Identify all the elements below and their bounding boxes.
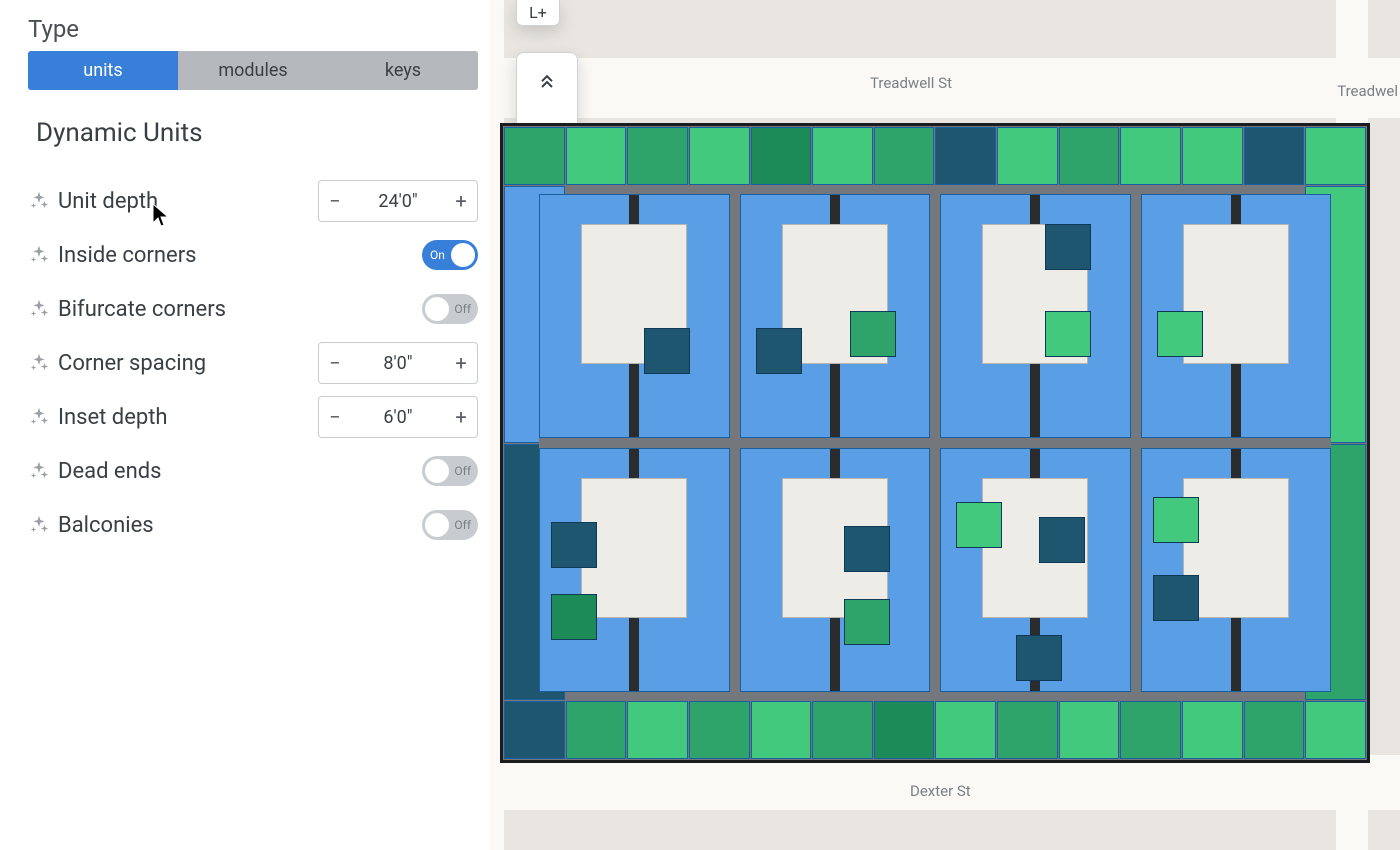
street-label-top: Treadwell St <box>870 74 952 92</box>
type-tabs: units modules keys <box>28 51 478 90</box>
stepper-unit-depth[interactable]: − 24'0" + <box>318 180 478 222</box>
layer-button-label: L+ <box>529 3 547 22</box>
sparkle-icon <box>28 190 50 212</box>
layer-button[interactable]: L+ <box>516 0 560 26</box>
building-grid <box>539 194 1331 692</box>
street-label-top-right: Treadwel <box>1337 82 1398 100</box>
stepper-value: 6'0" <box>351 407 445 428</box>
toggle-knob <box>425 297 449 321</box>
site-plan[interactable] <box>500 123 1370 763</box>
label-dead-ends: Dead ends <box>58 459 162 484</box>
building[interactable] <box>539 194 730 438</box>
row-corner-spacing: Corner spacing − 8'0" + <box>28 336 478 390</box>
row-inset-depth: Inset depth − 6'0" + <box>28 390 478 444</box>
toggle-balconies[interactable]: Off <box>422 510 478 540</box>
building[interactable] <box>1141 448 1332 692</box>
stepper-inset-depth[interactable]: − 6'0" + <box>318 396 478 438</box>
row-bifurcate-corners: Bifurcate corners Off <box>28 282 478 336</box>
sparkle-icon <box>28 352 50 374</box>
toggle-knob <box>425 513 449 537</box>
building[interactable] <box>1141 194 1332 438</box>
toggle-knob <box>425 459 449 483</box>
section-title: Dynamic Units <box>36 118 478 148</box>
map-canvas[interactable]: Treadwell St Treadwel Dexter St Fairy Al… <box>490 0 1400 850</box>
settings-sidebar: Type units modules keys Dynamic Units Un… <box>0 0 490 850</box>
toggle-dead-ends[interactable]: Off <box>422 456 478 486</box>
stepper-plus[interactable]: + <box>445 343 477 383</box>
tab-units[interactable]: units <box>28 51 178 90</box>
toggle-knob <box>451 243 475 267</box>
toggle-inside-corners[interactable]: On <box>422 240 478 270</box>
stepper-minus[interactable]: − <box>319 343 351 383</box>
stepper-plus[interactable]: + <box>445 397 477 437</box>
stepper-corner-spacing[interactable]: − 8'0" + <box>318 342 478 384</box>
row-inside-corners: Inside corners On <box>28 228 478 282</box>
stepper-minus[interactable]: − <box>319 397 351 437</box>
sparkle-icon <box>28 406 50 428</box>
sparkle-icon <box>28 244 50 266</box>
row-balconies: Balconies Off <box>28 498 478 552</box>
sparkle-icon <box>28 514 50 536</box>
label-balconies: Balconies <box>58 513 154 538</box>
row-unit-depth: Unit depth − 24'0" + <box>28 174 478 228</box>
label-bifurcate-corners: Bifurcate corners <box>58 297 226 322</box>
building[interactable] <box>539 448 730 692</box>
toggle-bifurcate-corners[interactable]: Off <box>422 294 478 324</box>
sparkle-icon <box>28 460 50 482</box>
stepper-value: 8'0" <box>351 353 445 374</box>
stepper-minus[interactable]: − <box>319 181 351 221</box>
label-corner-spacing: Corner spacing <box>58 351 206 376</box>
floor-nav-top[interactable] <box>517 53 577 111</box>
building[interactable] <box>740 448 931 692</box>
sparkle-icon <box>28 298 50 320</box>
panel-title: Type <box>28 15 478 43</box>
building[interactable] <box>940 194 1131 438</box>
label-unit-depth: Unit depth <box>58 189 158 214</box>
building[interactable] <box>940 448 1131 692</box>
row-dead-ends: Dead ends Off <box>28 444 478 498</box>
building[interactable] <box>740 194 931 438</box>
tab-modules[interactable]: modules <box>178 51 328 90</box>
label-inset-depth: Inset depth <box>58 405 168 430</box>
street-label-bottom: Dexter St <box>910 782 971 800</box>
stepper-value: 24'0" <box>351 191 445 212</box>
label-inside-corners: Inside corners <box>58 243 197 268</box>
stepper-plus[interactable]: + <box>445 181 477 221</box>
tab-keys[interactable]: keys <box>328 51 478 90</box>
